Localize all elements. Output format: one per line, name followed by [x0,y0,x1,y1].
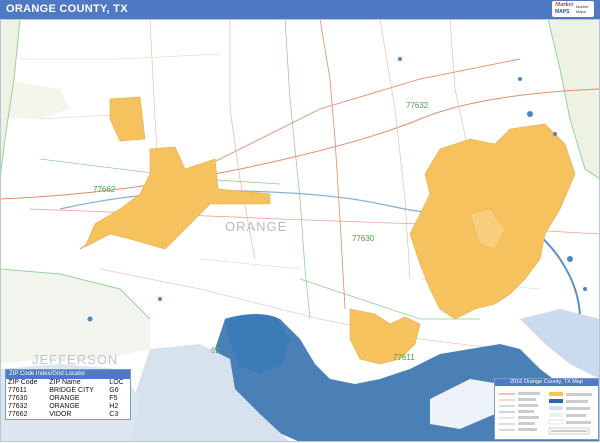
zip-index-grid: ZIP Code ZIP Name LOC 77611 BRIDGE CITY … [6,379,130,419]
legend-title: 2016 Orange County, TX Map [495,379,598,386]
table-row: 77632 ORANGE H2 [6,403,130,411]
zip-code-cell: 77662 [8,411,28,418]
zip-label-77632: 77632 [406,101,429,110]
highway-label-62: 62 [211,346,220,355]
loc-cell: G6 [109,387,119,394]
publisher-logo: Market MAPS Market Maps [552,1,594,17]
zip-name-cell: ORANGE [49,395,80,402]
table-row: 77662 VIDOR C3 [6,411,130,419]
loc-cell: H2 [109,403,119,410]
county-label-orange: ORANGE [225,219,288,234]
zip-index-header-row: ZIP Code ZIP Name LOC [6,379,130,387]
zip-name-cell: BRIDGE CITY [49,387,94,394]
logo-text-market: Market [555,2,573,8]
zip-label-77611: 77611 [393,353,415,362]
zip-name-cell: VIDOR [49,411,72,418]
map-title: ORANGE COUNTY, TX [6,3,128,15]
zip-index-table: ZIP Code Index/Grid Locator ZIP Code ZIP… [5,369,131,420]
zip-label-77630: 77630 [352,234,375,243]
zip-name-cell: ORANGE [49,403,80,410]
map-frame: ORANGE COUNTY, TX Market MAPS Market Map… [0,0,600,442]
logo-text-maps: MAPS [555,9,570,15]
column-header-zip-name: ZIP Name [49,379,81,386]
zip-label-77662: 77662 [93,185,116,194]
zip-code-cell: 77632 [8,403,28,410]
loc-cell: C3 [109,411,119,418]
zip-index-title: ZIP Code Index/Grid Locator [6,370,130,379]
map-legend: 2016 Orange County, TX Map [494,378,599,440]
legend-symbols [499,392,592,435]
title-bar: ORANGE COUNTY, TX Market MAPS Market Map… [0,0,600,19]
column-header-loc: LOC [109,379,124,386]
county-label-jefferson: JEFFERSON [32,352,119,367]
loc-cell: F5 [109,395,118,402]
table-row: 77611 BRIDGE CITY G6 [6,387,130,395]
column-header-zip-code: ZIP Code [8,379,38,386]
table-row: 77630 ORANGE F5 [6,395,130,403]
zip-code-cell: 77630 [8,395,28,402]
zip-code-cell: 77611 [8,387,27,394]
logo-text-brand: Market Maps [576,4,589,14]
